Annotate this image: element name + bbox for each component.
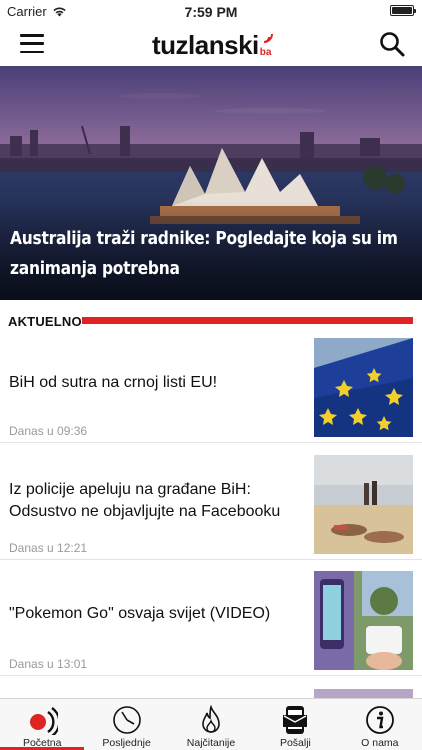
send-phone-icon [283, 706, 308, 734]
app-logo[interactable]: tuzlanski ba [152, 28, 279, 58]
status-time: 7:59 PM [184, 4, 238, 20]
beach-photo [314, 455, 413, 554]
article-item[interactable]: Iz policije apeluju na građane BiH: Odsu… [0, 455, 422, 559]
app-screen: Carrier 7:59 PM tuzlanski ba Australija … [0, 0, 422, 750]
tab-posljednje[interactable]: Posljednje [84, 699, 168, 750]
signal-waves-icon [263, 33, 273, 43]
info-icon [365, 706, 394, 734]
search-icon[interactable] [378, 30, 406, 58]
hamburger-menu-icon[interactable] [20, 34, 44, 53]
article-thumbnail[interactable] [314, 338, 413, 437]
battery-icon [390, 5, 416, 16]
tab-posalji[interactable]: Pošalji [253, 699, 337, 750]
list-divider [0, 442, 422, 443]
article-title[interactable]: Iz policije apeluju na građane BiH: Odsu… [9, 479, 305, 523]
logo-badge: ba [259, 30, 279, 58]
nav-bar: tuzlanski ba [0, 22, 422, 66]
section-rule [82, 317, 413, 324]
list-divider [0, 675, 422, 676]
tab-label: Pošalji [279, 737, 311, 749]
featured-article-slider[interactable]: Australija traži radnike: Pogledajte koj… [0, 66, 422, 300]
article-title[interactable]: BiH od sutra na crnoj listi EU! [9, 372, 305, 394]
partial-photo [314, 689, 413, 698]
section-header-aktuelno: AKTUELNO [0, 310, 422, 332]
article-thumbnail[interactable] [314, 455, 413, 554]
list-divider [0, 559, 422, 560]
tab-bar: Početna Posljednje Najčitanije Pošalji O… [0, 698, 422, 750]
section-label: AKTUELNO [8, 314, 82, 329]
tab-label: Najčitanije [186, 737, 236, 749]
flame-icon [202, 705, 220, 733]
tab-label: O nama [361, 737, 399, 749]
article-item[interactable]: BiH od sutra na crnoj listi EU! Danas u … [0, 338, 422, 442]
clock-icon [112, 706, 141, 734]
article-title[interactable]: "Pokemon Go" osvaja svijet (VIDEO) [9, 603, 305, 625]
article-thumbnail-partial[interactable] [314, 687, 413, 698]
featured-article-title[interactable]: Australija traži radnike: Pogledajte koj… [10, 224, 414, 284]
article-time: Danas u 13:01 [9, 657, 88, 671]
tab-najcitanije[interactable]: Najčitanije [169, 699, 253, 750]
status-right [390, 5, 416, 16]
tab-label: Posljednje [102, 737, 151, 749]
article-time: Danas u 12:21 [9, 541, 88, 555]
broadcast-icon [30, 707, 59, 735]
logo-text: tuzlanski [152, 30, 259, 60]
eu-flag-photo [314, 338, 413, 437]
article-item[interactable]: "Pokemon Go" osvaja svijet (VIDEO) Danas… [0, 571, 422, 675]
logo-suffix: ba [259, 47, 272, 58]
article-thumbnail[interactable] [314, 571, 413, 670]
tab-o-nama[interactable]: O nama [338, 699, 422, 750]
tab-pocetna[interactable]: Početna [0, 699, 85, 750]
status-bar: Carrier 7:59 PM [0, 0, 422, 22]
article-time: Danas u 09:36 [9, 424, 88, 438]
pokemon-phone-photo [314, 571, 413, 670]
